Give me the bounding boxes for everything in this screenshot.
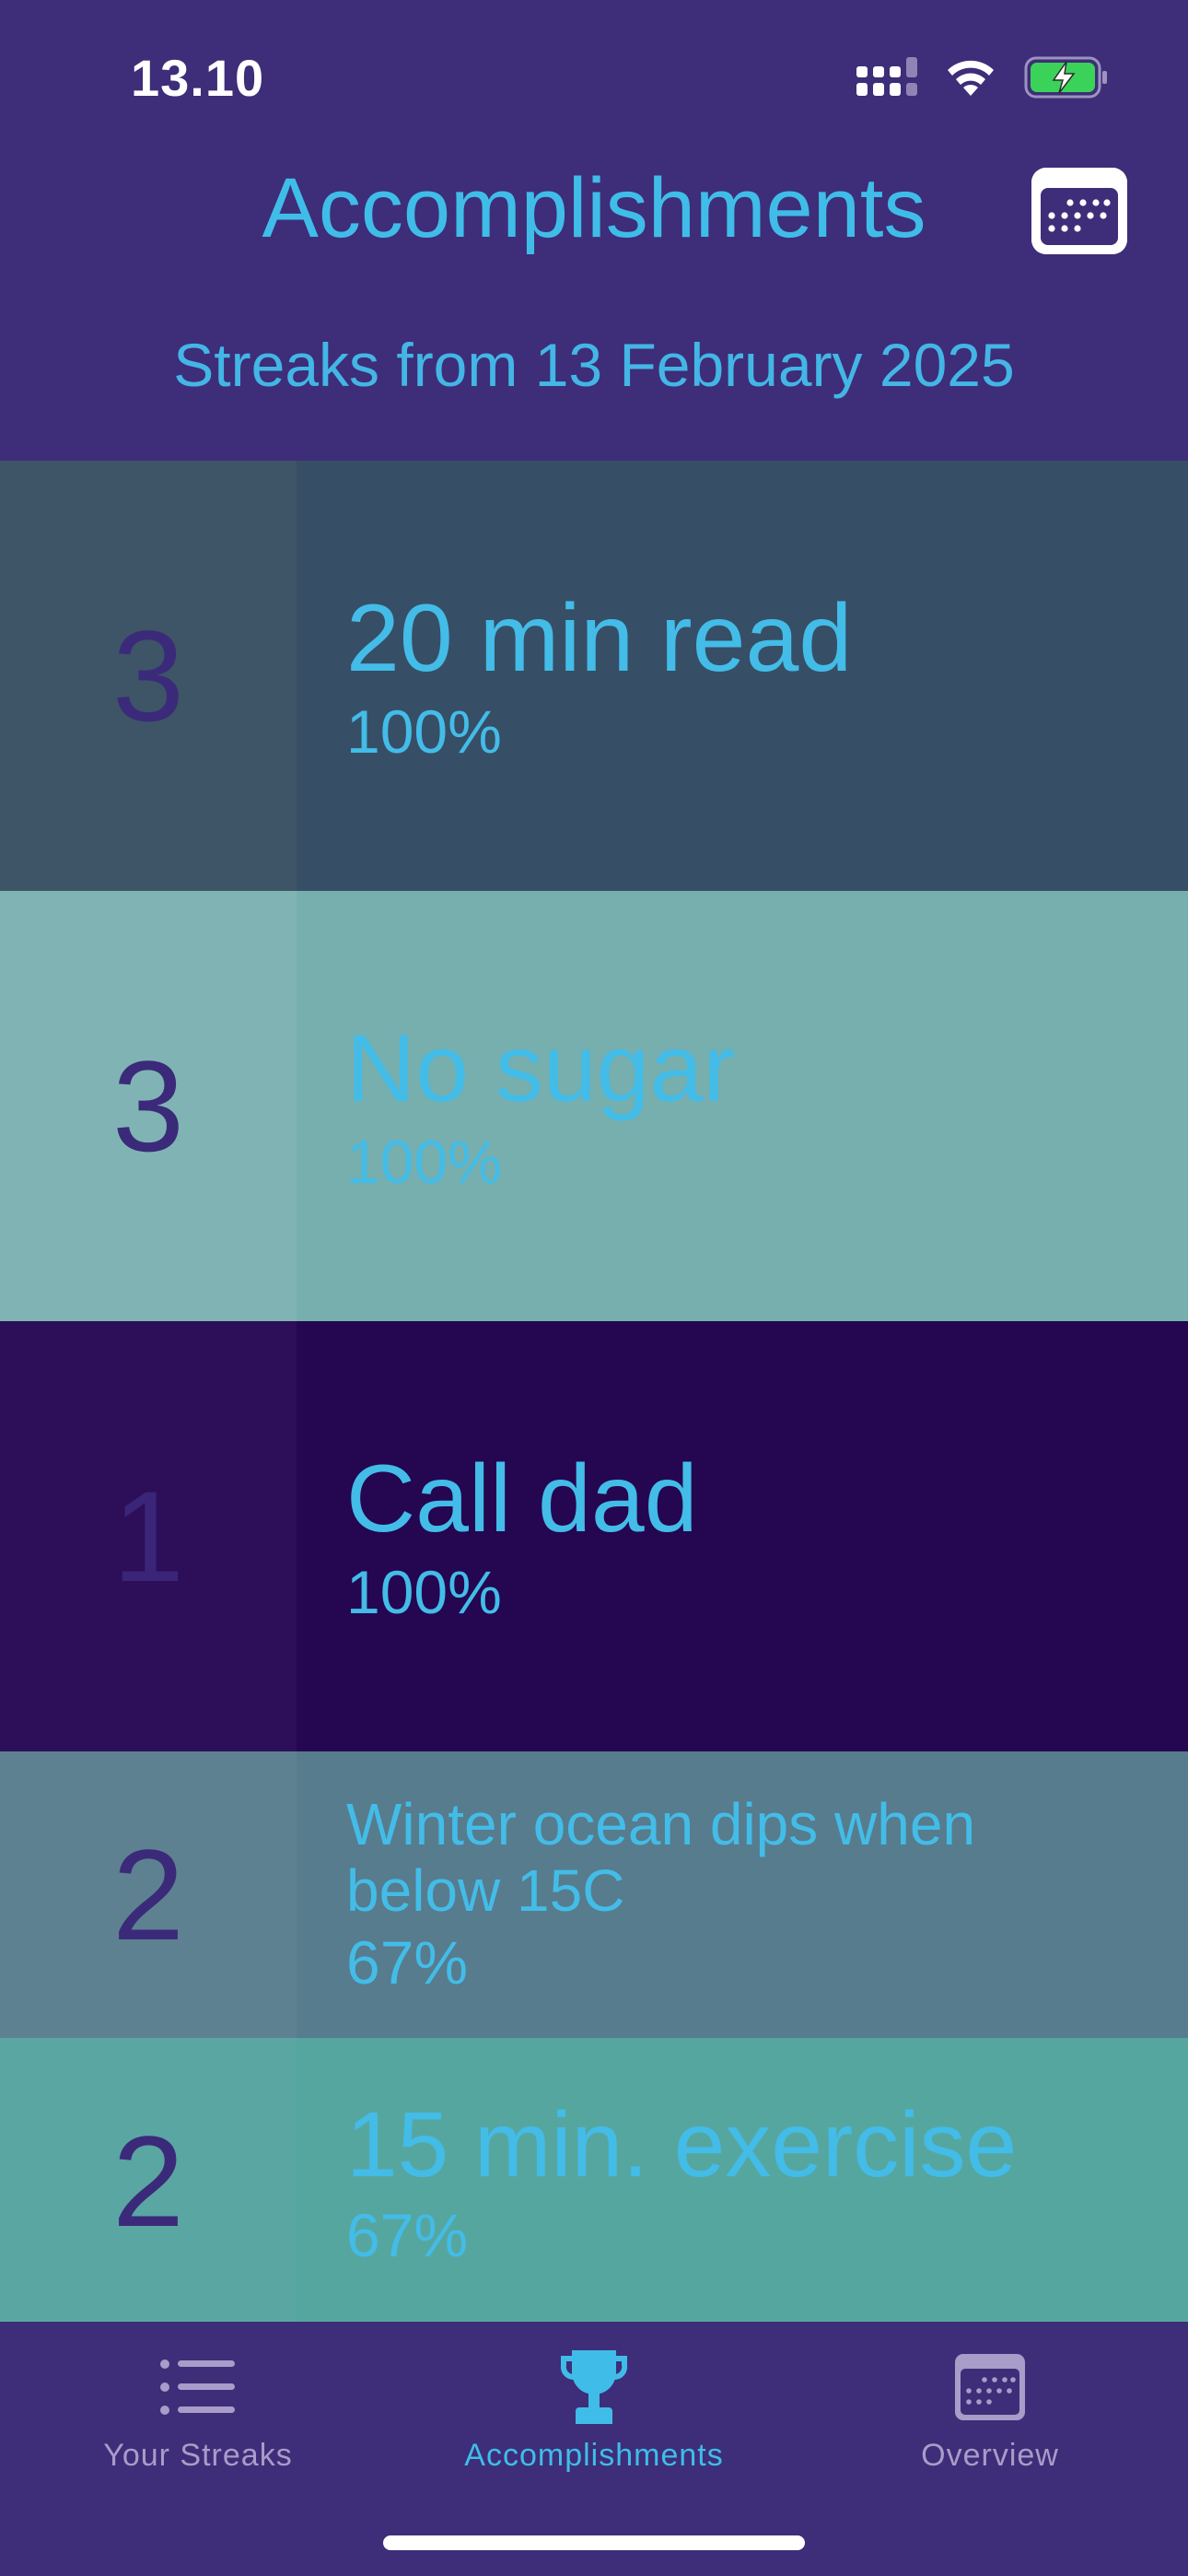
accomplishments-list: 3 20 min read 100% 3 No sugar 100% 1 Cal…: [0, 461, 1188, 2324]
streak-content: 20 min read 100%: [346, 461, 1170, 891]
streak-title: 20 min read: [346, 585, 853, 693]
battery-charging-icon: [1024, 56, 1107, 99]
streak-count: 2: [0, 1751, 297, 2038]
list-icon: [160, 2359, 235, 2415]
streak-percent: 100%: [346, 1127, 502, 1196]
status-icons: [856, 53, 1109, 101]
tab-label: Accomplishments: [464, 2438, 724, 2473]
streak-row[interactable]: 1 Call dad 100%: [0, 1321, 1188, 1751]
streak-title: Winter ocean dips when below 15C: [346, 1790, 976, 1924]
streak-percent: 67%: [346, 1928, 469, 1997]
streak-content: Winter ocean dips when below 15C 67%: [346, 1751, 1170, 2038]
streak-content: No sugar 100%: [346, 891, 1170, 1321]
tab-accomplishments[interactable]: Accomplishments: [396, 2322, 792, 2506]
calendar-icon: [955, 2354, 1025, 2420]
tab-label: Overview: [921, 2438, 1059, 2473]
streak-content: 15 min. exercise 67%: [346, 2038, 1170, 2324]
streak-count: 3: [0, 461, 297, 891]
header: Accomplishments Streaks from 13 February…: [0, 157, 1188, 461]
streak-percent: 100%: [346, 1557, 502, 1626]
page-title: Accomplishments: [262, 161, 926, 255]
streaks-since-subtitle: Streaks from 13 February 2025: [173, 331, 1015, 399]
streak-title: Call dad: [346, 1446, 698, 1553]
streak-title: No sugar: [346, 1015, 735, 1123]
streak-count: 3: [0, 891, 297, 1321]
trophy-icon: [560, 2350, 628, 2424]
streak-content: Call dad 100%: [346, 1321, 1170, 1751]
streak-row[interactable]: 2 15 min. exercise 67%: [0, 2038, 1188, 2324]
streak-row[interactable]: 3 No sugar 100%: [0, 891, 1188, 1321]
tab-your-streaks[interactable]: Your Streaks: [0, 2322, 396, 2506]
streak-count: 2: [0, 2038, 297, 2324]
streak-row[interactable]: 3 20 min read 100%: [0, 461, 1188, 891]
wifi-icon: [948, 60, 994, 96]
calendar-icon: [1031, 168, 1127, 254]
streak-percent: 100%: [346, 697, 502, 766]
calendar-button[interactable]: [1031, 168, 1127, 254]
home-indicator[interactable]: [383, 2535, 805, 2550]
streak-row[interactable]: 2 Winter ocean dips when below 15C 67%: [0, 1751, 1188, 2038]
status-bar: 13.10: [0, 0, 1188, 157]
streak-title: 15 min. exercise: [346, 2092, 1018, 2196]
streak-count: 1: [0, 1321, 297, 1751]
streak-percent: 67%: [346, 2200, 469, 2269]
tab-label: Your Streaks: [103, 2438, 293, 2473]
tab-overview[interactable]: Overview: [792, 2322, 1188, 2506]
status-time: 13.10: [131, 49, 265, 107]
cellular-signal-icon: [856, 57, 917, 96]
